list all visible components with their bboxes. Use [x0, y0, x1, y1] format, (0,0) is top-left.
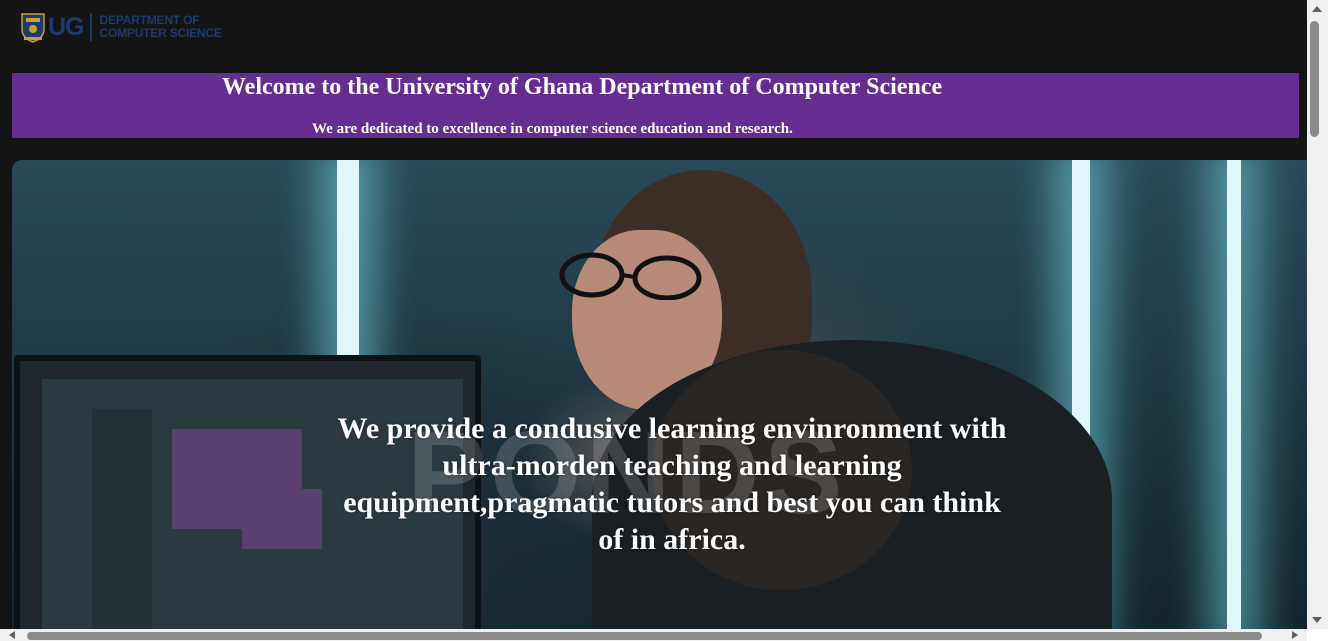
logo-divider	[89, 13, 92, 41]
scrollbar-corner	[1307, 629, 1328, 641]
hero-image: PONDS We provide a condusive learning en…	[12, 160, 1307, 629]
scroll-left-arrow-icon[interactable]	[9, 631, 15, 639]
monitor-side-panel	[92, 409, 152, 629]
horizontal-scroll-thumb[interactable]	[27, 632, 1262, 640]
hero-caption: We provide a condusive learning envinron…	[337, 412, 1007, 556]
glasses-icon	[559, 252, 702, 300]
scroll-up-arrow-icon[interactable]	[1312, 6, 1322, 12]
logo-text: DEPARTMENT OF COMPUTER SCIENCE	[100, 14, 222, 40]
logo-mark: UG	[48, 13, 84, 41]
monitor-node-graph	[242, 489, 322, 549]
welcome-banner: Welcome to the University of Ghana Depar…	[12, 73, 1299, 138]
page-subtitle: We are dedicated to excellence in comput…	[312, 121, 793, 137]
horizontal-scrollbar[interactable]	[0, 629, 1307, 641]
logo-line-1: DEPARTMENT OF	[99, 13, 200, 27]
vertical-scrollbar[interactable]	[1307, 0, 1328, 629]
university-crest-icon	[21, 13, 45, 43]
page-viewport: UG DEPARTMENT OF COMPUTER SCIENCE Welcom…	[0, 0, 1307, 629]
scroll-down-arrow-icon[interactable]	[1312, 617, 1322, 623]
site-logo[interactable]: UG DEPARTMENT OF COMPUTER SCIENCE	[20, 11, 222, 43]
hero-light-strip	[1227, 160, 1241, 629]
vertical-scroll-thumb[interactable]	[1310, 21, 1319, 137]
page-title: Welcome to the University of Ghana Depar…	[222, 74, 943, 100]
logo-line-2: COMPUTER SCIENCE	[99, 26, 222, 40]
scroll-right-arrow-icon[interactable]	[1292, 631, 1298, 639]
